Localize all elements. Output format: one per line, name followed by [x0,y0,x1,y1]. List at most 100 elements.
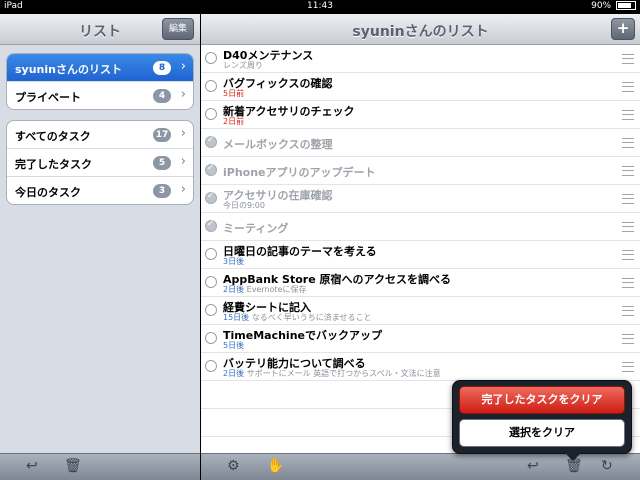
checked-checkbox-icon[interactable] [205,191,217,204]
checkbox-icon[interactable] [205,332,217,344]
task-row[interactable]: アクセサリの在庫確認 今日の9:00 [201,185,640,213]
checked-checkbox-icon[interactable] [205,135,217,148]
task-subtitle: 今日の9:00 [223,200,265,211]
status-bar: iPad 11:43 90% [0,0,640,14]
task-row[interactable]: D40メンテナンス レンズ周り [201,45,640,73]
task-subtitle: レンズ周り [223,60,263,71]
checkbox-icon[interactable] [205,248,217,260]
trash-icon[interactable]: 🗑 [64,458,82,474]
undo-icon[interactable]: ↩ [527,458,539,474]
task-subtitle: 3日後 [223,256,244,267]
list-sidebar: リスト 編集 syuninさんのリスト 8 › プライベート 4 › すべてのタ… [0,14,200,480]
filter-today-tasks[interactable]: 今日のタスク 3 › [7,176,193,204]
task-row[interactable]: iPhoneアプリのアップデート [201,157,640,185]
count-badge: 17 [153,128,171,142]
task-row[interactable]: TimeMachineでバックアップ 5日後 [201,325,640,353]
edit-button[interactable]: 編集 [162,18,194,40]
undo-icon[interactable]: ↩ [26,458,38,474]
reorder-handle-icon[interactable] [622,222,634,232]
count-badge: 5 [153,156,171,170]
task-row[interactable]: 日曜日の記事のテーマを考える 3日後 [201,241,640,269]
hand-icon[interactable]: ✋ [267,458,284,474]
task-subtitle: 5日後 [223,340,244,351]
list-item-label: syuninさんのリスト [15,63,122,76]
checked-checkbox-icon[interactable] [205,163,217,176]
reorder-handle-icon[interactable] [622,306,634,316]
task-row[interactable]: バッテリ能力について調べる 2日後 サポートにメール 英語で打つからスペル・文法… [201,353,640,381]
task-subtitle: 15日後 なるべく早いうちに済ませること [223,312,372,323]
clear-selection-button[interactable]: 選択をクリア [459,419,625,447]
task-row[interactable]: バグフィックスの確認 5日前 [201,73,640,101]
sidebar-toolbar: ↩ 🗑 [0,453,200,480]
list-group: syuninさんのリスト 8 › プライベート 4 › [6,53,194,110]
task-due: 5日前 [223,89,245,98]
task-title: メールボックスの整理 [223,138,333,151]
reorder-handle-icon[interactable] [622,138,634,148]
task-title: ミーティング [223,222,289,235]
reorder-handle-icon[interactable] [622,166,634,176]
reorder-handle-icon[interactable] [622,362,634,372]
task-row[interactable]: AppBank Store 原宿へのアクセスを調べる 2日後 Evernoteに… [201,269,640,297]
task-due: 2日前 [223,117,245,126]
task-note: レンズ周り [223,61,263,70]
task-note: Evernoteに保存 [246,285,307,294]
task-title: 日曜日の記事のテーマを考える [223,245,377,258]
filter-label: 今日のタスク [15,186,81,199]
reorder-handle-icon[interactable] [622,54,634,64]
chevron-right-icon: › [180,154,186,169]
task-title: TimeMachineでバックアップ [223,329,382,342]
task-due: 15日後 [223,313,250,322]
sidebar-navbar: リスト 編集 [0,14,200,45]
checkbox-icon[interactable] [205,80,217,92]
checkbox-icon[interactable] [205,108,217,120]
task-subtitle: 2日前 [223,116,244,127]
task-row[interactable]: 経費シートに記入 15日後 なるべく早いうちに済ませること [201,297,640,325]
filter-label: 完了したタスク [15,158,92,171]
list-item-label: プライベート [15,91,81,104]
chevron-right-icon: › [180,59,186,74]
task-note: サポートにメール 英語で打つからスペル・文法に注意 [246,369,441,378]
battery-percent: 90% [591,1,612,11]
task-subtitle: 2日後 サポートにメール 英語で打つからスペル・文法に注意 [223,368,441,379]
task-due: 2日後 [223,285,245,294]
chevron-right-icon: › [180,182,186,197]
checkbox-icon[interactable] [205,52,217,64]
refresh-icon[interactable]: ↻ [601,458,613,474]
filter-label: すべてのタスク [15,130,91,143]
task-subtitle: 5日前 [223,88,244,99]
filter-group: すべてのタスク 17 › 完了したタスク 5 › 今日のタスク 3 › [6,120,194,205]
reorder-handle-icon[interactable] [622,334,634,344]
filter-completed-tasks[interactable]: 完了したタスク 5 › [7,148,193,176]
task-note: なるべく早いうちに済ませること [251,313,372,322]
battery-indicator: 90% [591,1,636,11]
reorder-handle-icon[interactable] [622,82,634,92]
count-badge: 3 [153,184,171,198]
task-row[interactable]: 新着アクセサリのチェック 2日前 [201,101,640,129]
count-badge: 4 [153,89,171,103]
clear-completed-button[interactable]: 完了したタスクをクリア [459,386,625,414]
reorder-handle-icon[interactable] [622,250,634,260]
gear-icon[interactable]: ⚙ [227,458,240,474]
task-list-title: syuninさんのリスト [352,24,489,40]
checkbox-icon[interactable] [205,360,217,372]
list-item-syunin[interactable]: syuninさんのリスト 8 › [7,54,193,81]
task-row[interactable]: ミーティング [201,213,640,241]
reorder-handle-icon[interactable] [622,110,634,120]
task-note: 今日の9:00 [223,201,265,210]
task-due: 3日後 [223,257,245,266]
filter-all-tasks[interactable]: すべてのタスク 17 › [7,121,193,148]
chevron-right-icon: › [180,126,186,141]
checkbox-icon[interactable] [205,304,217,316]
reorder-handle-icon[interactable] [622,278,634,288]
add-task-button[interactable]: + [611,18,635,40]
task-title: iPhoneアプリのアップデート [223,166,376,179]
list-item-private[interactable]: プライベート 4 › [7,81,193,109]
chevron-right-icon: › [180,87,186,102]
checkbox-icon[interactable] [205,276,217,288]
checked-checkbox-icon[interactable] [205,219,217,232]
reorder-handle-icon[interactable] [622,194,634,204]
battery-icon [616,1,636,10]
task-navbar: syuninさんのリスト + [201,14,640,45]
task-row[interactable]: メールボックスの整理 [201,129,640,157]
task-due: 5日後 [223,341,245,350]
